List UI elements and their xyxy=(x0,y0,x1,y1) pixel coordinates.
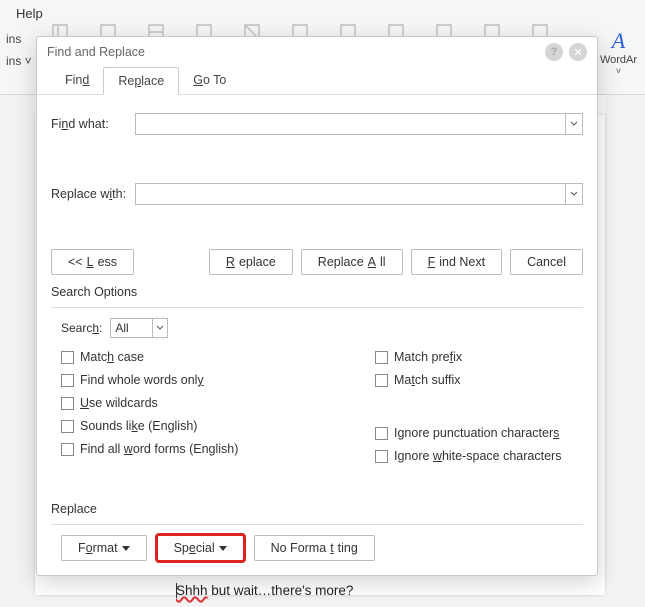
search-direction-label: Search: xyxy=(61,321,102,335)
dialog-tabs: Find Replace Go To xyxy=(37,67,597,95)
find-what-dropdown[interactable] xyxy=(565,113,583,135)
ignore-punctuation-checkbox[interactable] xyxy=(375,427,388,440)
search-direction-value: All xyxy=(110,318,152,338)
find-what-label: Find what: xyxy=(51,117,135,131)
replace-with-dropdown[interactable] xyxy=(565,183,583,205)
tab-goto[interactable]: Go To xyxy=(179,67,240,94)
ignore-whitespace-checkbox[interactable] xyxy=(375,450,388,463)
chevron-down-icon[interactable] xyxy=(152,318,168,338)
spellcheck-word: Shhh xyxy=(176,583,208,598)
match-case-checkbox[interactable] xyxy=(61,351,74,364)
tab-replace[interactable]: Replace xyxy=(103,67,179,95)
match-case-label: Match case xyxy=(80,350,144,364)
whole-words-checkbox[interactable] xyxy=(61,374,74,387)
match-suffix-checkbox[interactable] xyxy=(375,374,388,387)
sounds-like-checkbox[interactable] xyxy=(61,420,74,433)
whole-words-label: Find whole words only xyxy=(80,373,204,387)
wildcards-label: Use wildcards xyxy=(80,396,158,410)
find-next-button[interactable]: Find Next xyxy=(411,249,503,275)
ribbon-addins-1[interactable]: ins xyxy=(0,28,36,50)
find-replace-dialog: Find and Replace ? ✕ Find Replace Go To … xyxy=(36,36,598,576)
divider xyxy=(51,307,583,308)
find-what-input[interactable] xyxy=(135,113,565,135)
help-menu[interactable]: Help xyxy=(16,6,43,21)
search-options-label: Search Options xyxy=(51,285,583,299)
ignore-punctuation-label: Ignore punctuation characters xyxy=(394,426,559,440)
wordart-label: WordAr xyxy=(596,54,641,66)
replace-button[interactable]: Replace xyxy=(209,249,293,275)
replace-section-label: Replace xyxy=(51,502,583,516)
wildcards-checkbox[interactable] xyxy=(61,397,74,410)
document-text[interactable]: Shhh but wait…there's more? xyxy=(176,583,353,598)
ribbon-addins-2[interactable]: ins ˅ xyxy=(0,50,36,72)
format-button[interactable]: Format xyxy=(61,535,147,561)
wordart-button[interactable]: A WordAr ˅ xyxy=(596,28,641,76)
divider xyxy=(51,524,583,525)
match-prefix-label: Match prefix xyxy=(394,350,462,364)
cancel-button[interactable]: Cancel xyxy=(510,249,583,275)
replace-with-input[interactable] xyxy=(135,183,565,205)
replace-with-label: Replace with: xyxy=(51,187,135,201)
chevron-down-icon xyxy=(219,546,227,551)
word-forms-checkbox[interactable] xyxy=(61,443,74,456)
no-formatting-button[interactable]: No Formatting xyxy=(254,535,375,561)
sounds-like-label: Sounds like (English) xyxy=(80,419,197,433)
word-forms-label: Find all word forms (English) xyxy=(80,442,238,456)
search-direction-select[interactable]: All xyxy=(110,318,168,338)
dialog-close-button[interactable]: ✕ xyxy=(569,43,587,61)
match-prefix-checkbox[interactable] xyxy=(375,351,388,364)
replace-all-button[interactable]: Replace All xyxy=(301,249,403,275)
special-button[interactable]: Special xyxy=(157,535,244,561)
wordart-icon: A xyxy=(596,28,641,54)
less-button[interactable]: << Less xyxy=(51,249,134,275)
ignore-whitespace-label: Ignore white-space characters xyxy=(394,449,561,463)
tab-find[interactable]: Find xyxy=(51,67,103,94)
dialog-title: Find and Replace xyxy=(47,45,539,59)
match-suffix-label: Match suffix xyxy=(394,373,460,387)
dialog-help-button[interactable]: ? xyxy=(545,43,563,61)
chevron-down-icon xyxy=(122,546,130,551)
chevron-down-icon: ˅ xyxy=(596,66,641,76)
